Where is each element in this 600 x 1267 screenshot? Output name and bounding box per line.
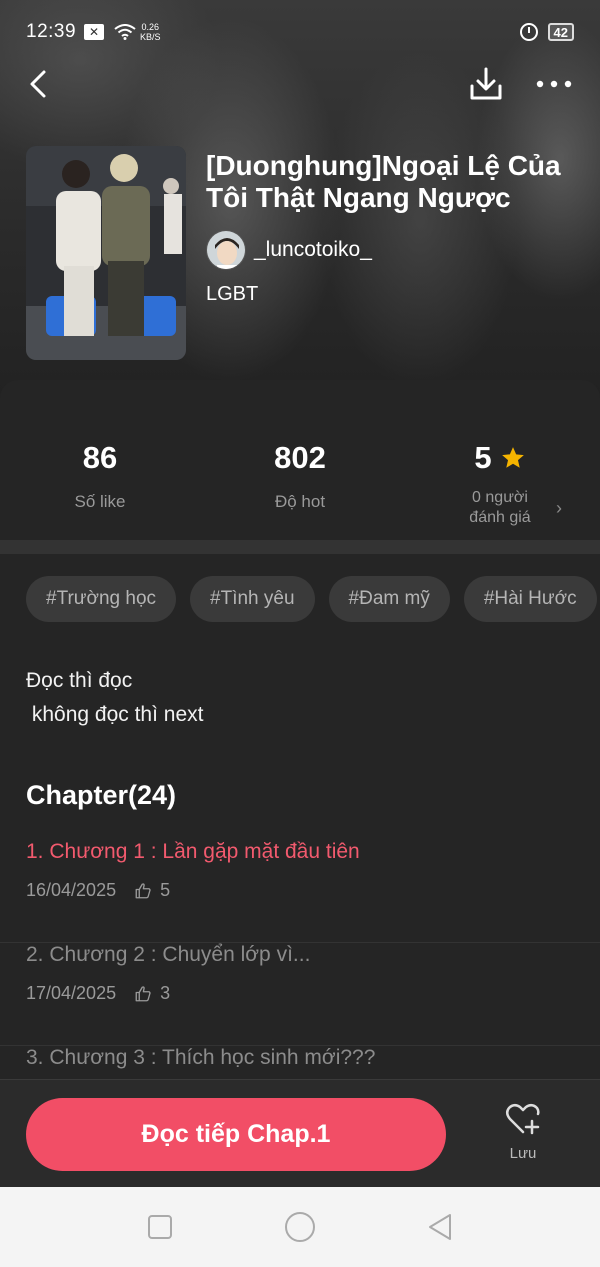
recent-apps-button[interactable] [140,1207,180,1247]
likes-count: 86 [82,440,118,475]
section-divider [0,540,600,554]
tag-chip[interactable]: #Hài Hước [463,576,597,622]
stat-hot: 802 Độ hot [200,380,400,540]
download-icon [470,67,502,100]
tag-chip[interactable]: #Trường học [26,576,177,622]
likes-label: Số like [74,492,126,511]
book-description: Đọc thì đọc không đọc thì next [26,669,204,726]
home-button[interactable] [280,1207,320,1247]
stat-likes: 86 Số like [0,380,200,540]
chapter-likes: 5 [160,880,171,900]
top-nav [0,60,600,108]
back-arrow-icon [30,70,46,98]
book-cover[interactable] [26,146,186,360]
chapter-meta: 16/04/2025 5 [26,880,574,901]
chapter-meta: 17/04/2025 3 [26,983,574,1004]
chapter-date: 16/04/2025 [26,880,117,900]
stats-row: 86 Số like 802 Độ hot 5 0 người đánh giá… [0,380,600,540]
wifi-icon [114,24,136,40]
download-button[interactable] [466,64,506,104]
chapter-heading: Chapter(24) [26,780,177,810]
author-avatar [206,230,246,270]
chapter-date: 17/04/2025 [26,983,117,1003]
book-cover-image [26,146,186,360]
network-speed-value: 0.26 [141,22,160,32]
triangle-back-icon [429,1214,451,1240]
notification-x-icon: ✕ [84,24,105,40]
star-icon [501,447,524,468]
alarm-icon [519,23,538,41]
chapter-item[interactable]: 1. Chương 1 : Lần gặp mặt đầu tiên 16/04… [0,840,600,943]
chapter-title: 1. Chương 1 : Lần gặp mặt đầu tiên [26,840,360,863]
hot-count: 802 [274,440,326,475]
continue-reading-button[interactable]: Đọc tiếp Chap.1 [26,1098,446,1171]
tag-chip[interactable]: #Đam mỹ [328,576,450,622]
rating-count-label: 0 người đánh giá [400,488,600,528]
network-speed-unit: KB/S [140,32,161,42]
back-button[interactable] [22,66,58,102]
thumbs-up-icon [135,882,151,898]
heart-plus-icon [506,1104,540,1135]
tag-chip[interactable]: #Tình yêu [190,576,315,622]
save-button[interactable]: Lưu [490,1102,556,1172]
rating-value-row: 5 [474,440,525,476]
author-name: _luncotoiko_ [254,238,372,261]
tag-list: #Trường học #Tình yêu #Đam mỹ #Hài Hước [26,576,597,622]
chapter-title: 2. Chương 2 : Chuyển lớp vì... [26,943,311,966]
rating-label-line1: 0 người [472,489,528,506]
bottom-action-bar: Đọc tiếp Chap.1 Lưu [0,1079,600,1187]
status-time: 12:39 [26,21,77,42]
chapter-title: 3. Chương 3 : Thích học sinh mới??? [26,1046,376,1069]
save-label: Lưu [509,1145,537,1162]
system-navigation-bar [0,1187,600,1267]
more-options-button[interactable] [532,64,576,104]
genre-label[interactable]: LGBT [206,283,258,306]
hot-label: Độ hot [274,492,326,511]
rating-label-line2: đánh giá [469,509,531,526]
book-title: [Duonghung]Ngoại Lệ Của Tôi Thật Ngang N… [206,150,561,213]
avatar-image [207,231,245,269]
status-bar: 12:39 ✕ 0.26 KB/S 42 [0,0,600,64]
rating-value: 5 [474,440,492,475]
system-back-button[interactable] [420,1207,460,1247]
network-speed: 0.26 KB/S [140,22,161,42]
thumbs-up-icon [135,985,151,1001]
author-link[interactable]: _luncotoiko_ [206,230,372,270]
circle-icon [285,1212,315,1242]
chevron-right-icon: › [556,498,562,518]
chapter-item[interactable]: 2. Chương 2 : Chuyển lớp vì... 17/04/202… [0,943,600,1046]
square-icon [148,1215,172,1239]
battery-indicator: 42 [547,23,574,41]
stat-rating[interactable]: 5 0 người đánh giá › [400,380,600,540]
more-dots-icon [536,80,572,88]
chapter-likes: 3 [160,983,171,1003]
